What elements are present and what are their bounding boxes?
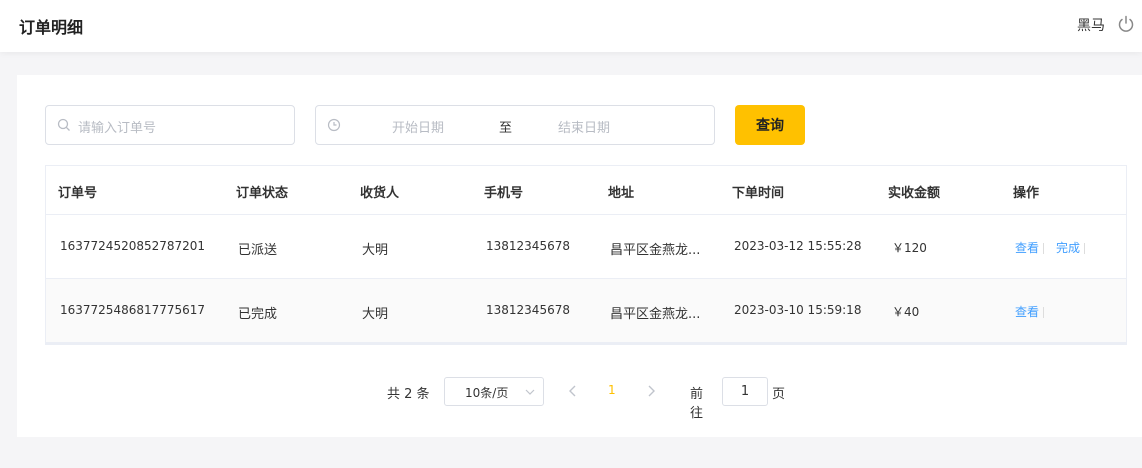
phone: 13812345678 <box>486 239 570 253</box>
header-receiver: 收货人 <box>360 186 400 201</box>
action-divider <box>1084 243 1086 254</box>
search-icon <box>57 118 70 131</box>
start-date-input[interactable]: 开始日期 <box>392 117 444 136</box>
complete-link[interactable]: 完成 <box>1056 241 1080 255</box>
header-phone: 手机号 <box>484 186 524 201</box>
header-address: 地址 <box>608 186 635 201</box>
order-no: 1637724520852787201 <box>60 239 206 253</box>
current-page[interactable]: 1 <box>608 383 616 397</box>
header-status: 订单状态 <box>236 186 289 201</box>
header-order-no: 订单号 <box>58 186 98 201</box>
receiver: 大明 <box>362 307 389 322</box>
order-status: 已完成 <box>238 307 278 322</box>
view-link[interactable]: 查看 <box>1015 305 1039 319</box>
chevron-right-icon[interactable] <box>645 384 657 398</box>
order-time: 2023-03-10 15:59:18 <box>734 303 862 317</box>
row-actions: 查看 完成 <box>1015 239 1097 256</box>
chevron-left-icon[interactable] <box>567 384 579 398</box>
table-row: 1637725486817775617 已完成 大明 13812345678 昌… <box>46 279 1126 343</box>
user-name[interactable]: 黑马 <box>1077 15 1105 35</box>
header-amount: 实收金额 <box>888 186 941 201</box>
query-button[interactable]: 查询 <box>735 105 805 145</box>
address: 昌平区金燕龙... <box>610 307 701 322</box>
receiver: 大明 <box>362 243 389 258</box>
header-actions: 操作 <box>1013 186 1040 201</box>
row-actions: 查看 <box>1015 303 1056 320</box>
page-size-select[interactable]: 10条/页 <box>444 377 544 406</box>
page-title: 订单明细 <box>19 18 84 37</box>
header-time: 下单时间 <box>732 186 785 201</box>
power-icon[interactable] <box>1116 14 1136 34</box>
pagination-total: 共 2 条 <box>387 387 430 402</box>
order-status: 已派送 <box>238 243 278 258</box>
page-unit-label: 页 <box>772 387 786 402</box>
order-search-input[interactable]: 请输入订单号 <box>45 105 295 145</box>
action-divider <box>1043 243 1045 254</box>
order-search-placeholder: 请输入订单号 <box>78 121 157 136</box>
page-jump-input[interactable] <box>722 377 768 406</box>
table-header: 订单号 订单状态 收货人 手机号 地址 下单时间 实收金额 操作 <box>46 166 1126 215</box>
address: 昌平区金燕龙... <box>610 243 701 258</box>
content-card: 请输入订单号 开始日期 至 结束日期 查询 订单号 订单状态 收货人 手机号 地… <box>17 75 1142 437</box>
table-row: 1637724520852787201 已派送 大明 13812345678 昌… <box>46 215 1126 279</box>
order-no: 1637725486817775617 <box>60 303 206 317</box>
page-size-value: 10条/页 <box>465 386 509 400</box>
goto-label: 前往 <box>690 387 704 421</box>
orders-table: 订单号 订单状态 收货人 手机号 地址 下单时间 实收金额 操作 1637724… <box>45 165 1127 345</box>
date-range-picker[interactable]: 开始日期 至 结束日期 <box>315 105 715 145</box>
range-separator: 至 <box>499 121 513 136</box>
amount: ￥40 <box>892 305 920 319</box>
phone: 13812345678 <box>486 303 570 317</box>
chevron-down-icon <box>525 389 535 395</box>
top-bar: 订单明细 黑马 <box>0 0 1142 52</box>
view-link[interactable]: 查看 <box>1015 241 1039 255</box>
amount: ￥120 <box>892 241 927 255</box>
order-time: 2023-03-12 15:55:28 <box>734 239 862 253</box>
clock-icon <box>327 118 341 132</box>
end-date-input[interactable]: 结束日期 <box>558 117 610 136</box>
action-divider <box>1043 307 1045 318</box>
